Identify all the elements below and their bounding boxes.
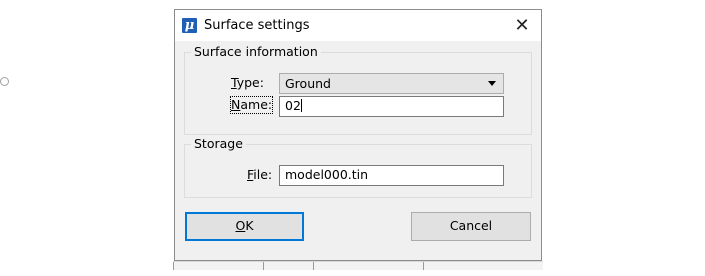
close-icon: ✕ (514, 15, 530, 36)
dialog-titlebar[interactable]: μ Surface settings ✕ (175, 10, 541, 41)
storage-group: Storage File: model000.tin (184, 136, 532, 198)
background-column-divider (313, 262, 314, 270)
background-column-divider (263, 262, 264, 270)
surface-information-group-label: Surface information (191, 44, 321, 60)
screen: μ Surface settings ✕ Surface information… (0, 0, 705, 276)
surface-information-group: Surface information Type: Ground Name: 0… (184, 44, 532, 135)
background-column-divider (173, 262, 174, 270)
text-caret (300, 99, 302, 112)
background-radio-button[interactable] (0, 77, 9, 86)
cancel-button[interactable]: Cancel (411, 212, 531, 241)
app-logo-icon: μ (182, 18, 197, 33)
dropdown-arrow-icon (488, 81, 496, 86)
name-input[interactable]: 02 (279, 96, 504, 117)
file-input-value: model000.tin (285, 167, 369, 182)
background-column-divider (423, 262, 424, 270)
type-dropdown[interactable]: Ground (279, 73, 504, 94)
type-label: Type: (231, 75, 264, 90)
storage-group-label: Storage (191, 136, 246, 152)
file-label: File: (247, 167, 273, 182)
ok-button[interactable]: OK (185, 212, 304, 241)
close-button[interactable]: ✕ (511, 15, 533, 37)
name-label: Name: (229, 96, 274, 114)
type-dropdown-value: Ground (285, 76, 331, 91)
file-input[interactable]: model000.tin (279, 165, 504, 186)
surface-settings-dialog: μ Surface settings ✕ Surface information… (174, 9, 542, 261)
dialog-title: Surface settings (204, 18, 310, 33)
background-column-header-strip (173, 261, 543, 270)
name-input-value: 02 (285, 98, 301, 113)
